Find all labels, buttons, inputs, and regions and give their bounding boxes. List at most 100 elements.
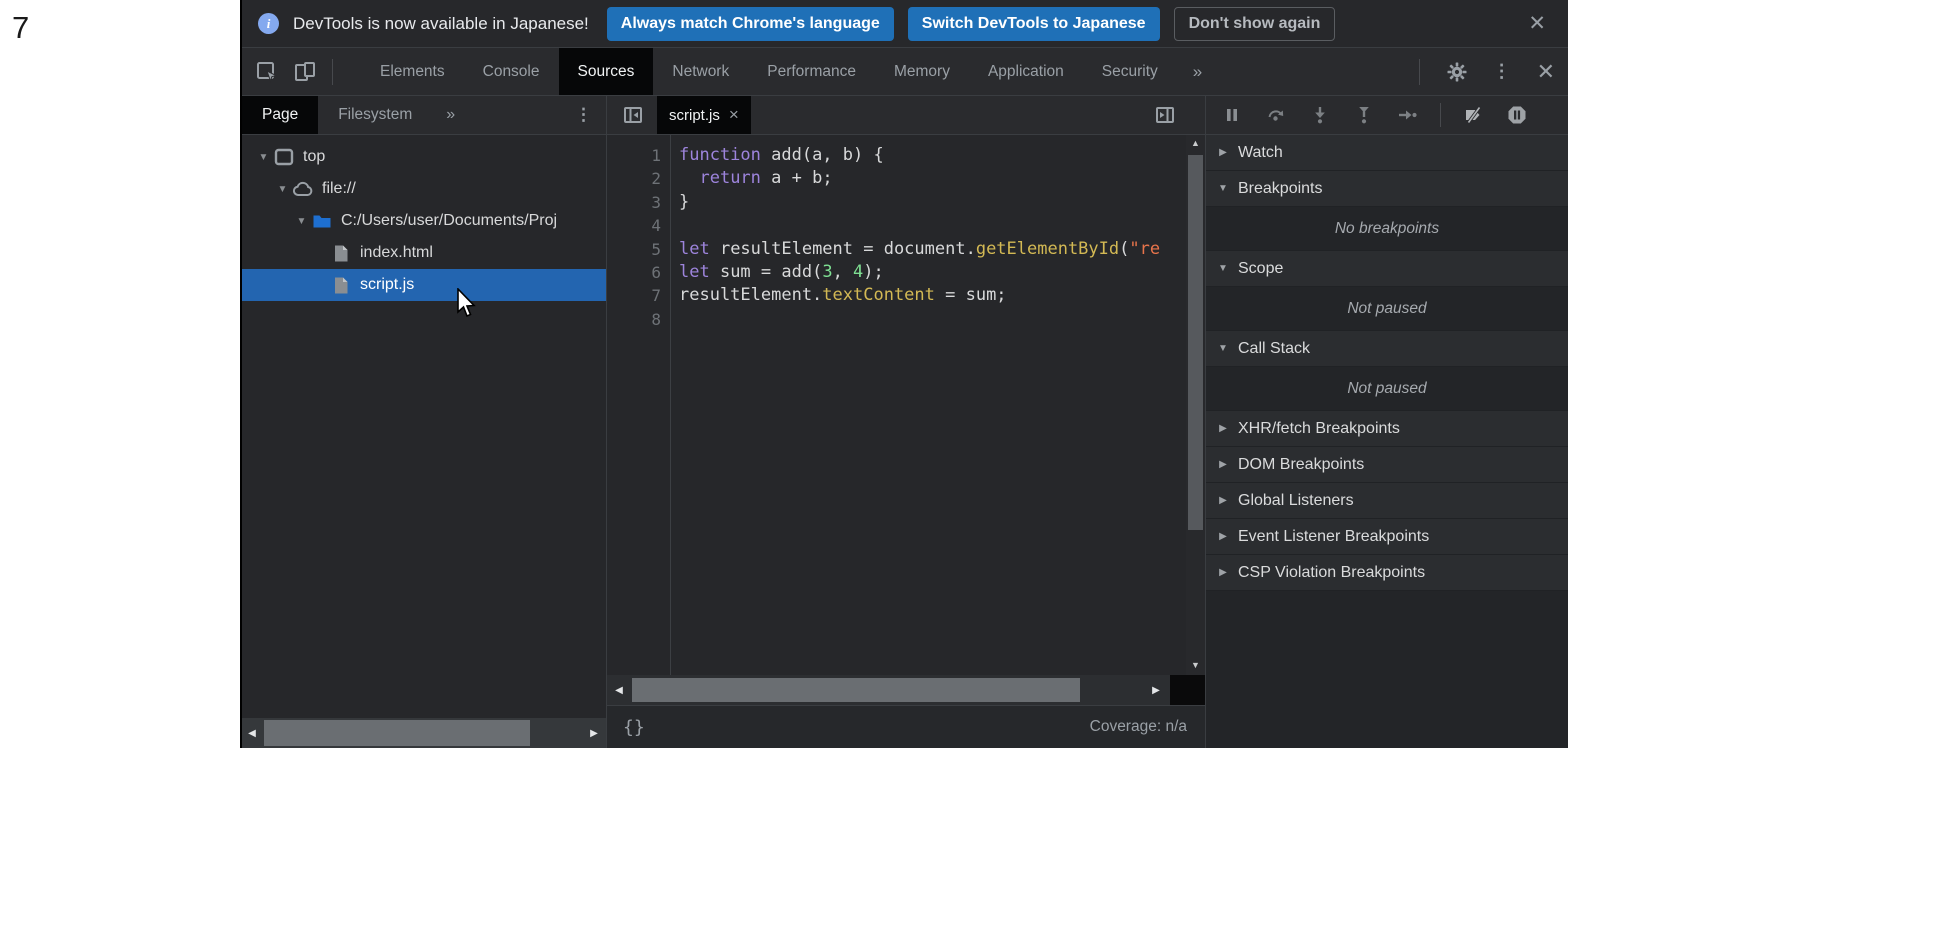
- main-toolbar-tabs: ElementsConsoleSourcesNetworkPerformance…: [361, 48, 1177, 95]
- section-label: Breakpoints: [1238, 180, 1323, 198]
- step-into-icon[interactable]: [1310, 105, 1330, 125]
- section-dom-breakpoints[interactable]: ▶DOM Breakpoints: [1206, 447, 1568, 483]
- pause-icon[interactable]: [1222, 105, 1242, 125]
- scroll-left-icon[interactable]: ◀: [609, 675, 629, 705]
- editor-status-bar: {} Coverage: n/a: [607, 705, 1205, 748]
- tab-security[interactable]: Security: [1083, 48, 1177, 95]
- devtools-window: i DevTools is now available in Japanese!…: [240, 0, 1568, 748]
- dont-show-again-button[interactable]: Don't show again: [1174, 7, 1336, 41]
- token-plain: resultElement = document.: [710, 239, 976, 259]
- tab-sources[interactable]: Sources: [559, 48, 654, 95]
- match-language-button[interactable]: Always match Chrome's language: [607, 7, 894, 41]
- navigator-menu-kebab-icon[interactable]: ⋮: [561, 96, 606, 134]
- section-event-listener-breakpoints[interactable]: ▶Event Listener Breakpoints: [1206, 519, 1568, 555]
- section-collapsed-icon[interactable]: ▶: [1215, 423, 1231, 434]
- line-number[interactable]: 5: [607, 238, 670, 261]
- folder-icon: [311, 211, 333, 231]
- section-global-listeners[interactable]: ▶Global Listeners: [1206, 483, 1568, 519]
- line-number[interactable]: 7: [607, 284, 670, 307]
- section-xhr-fetch-breakpoints[interactable]: ▶ XHR/fetch Breakpoints: [1206, 411, 1568, 447]
- devtools-close-icon[interactable]: ✕: [1524, 59, 1568, 85]
- section-expanded-icon[interactable]: ▼: [1215, 183, 1231, 194]
- token-plain: add(a, b) {: [761, 145, 884, 165]
- scroll-down-icon[interactable]: ▼: [1186, 660, 1205, 670]
- line-number[interactable]: 3: [607, 191, 670, 214]
- section-watch[interactable]: ▶Watch: [1206, 135, 1568, 171]
- settings-gear-icon[interactable]: [1434, 62, 1480, 82]
- file-icon: [330, 275, 352, 295]
- section-collapsed-icon[interactable]: ▶: [1215, 567, 1231, 578]
- tab-application[interactable]: Application: [969, 48, 1083, 95]
- step-over-icon[interactable]: [1266, 105, 1286, 125]
- scroll-left-icon[interactable]: ◀: [242, 728, 262, 739]
- line-number[interactable]: 6: [607, 261, 670, 284]
- page-label: 7: [12, 10, 29, 46]
- line-number[interactable]: 1: [607, 144, 670, 167]
- banner-close-icon[interactable]: ✕: [1522, 11, 1552, 36]
- token-number: 3: [822, 262, 832, 282]
- tree-expand-icon[interactable]: ▼: [292, 216, 311, 227]
- editor-tab-close-icon[interactable]: ×: [729, 105, 739, 125]
- tree-item-top[interactable]: ▼top: [242, 141, 606, 173]
- debugger-sidebar: ▶Watch▼BreakpointsNo breakpoints▼ScopeNo…: [1205, 96, 1568, 748]
- line-number[interactable]: 8: [607, 308, 670, 331]
- navigator-scrollbar-thumb[interactable]: [264, 720, 530, 746]
- toggle-debugger-panel-icon[interactable]: [1153, 96, 1177, 134]
- section-collapsed-icon[interactable]: ▶: [1215, 147, 1231, 158]
- section-breakpoints[interactable]: ▼ Breakpoints: [1206, 171, 1568, 207]
- code-editor[interactable]: 12345678 function add(a, b) { return a +…: [607, 135, 1186, 675]
- toggle-navigator-panel-icon[interactable]: [621, 96, 645, 134]
- section-expanded-icon[interactable]: ▼: [1215, 343, 1231, 354]
- navigator-tab-filesystem[interactable]: Filesystem: [318, 96, 432, 134]
- section-csp-violation-breakpoints[interactable]: ▶CSP Violation Breakpoints: [1206, 555, 1568, 591]
- line-number[interactable]: 2: [607, 167, 670, 190]
- code-line-1: function add(a, b) {: [679, 144, 1186, 167]
- tab-memory[interactable]: Memory: [875, 48, 969, 95]
- editor-vscrollbar-thumb[interactable]: [1188, 155, 1203, 530]
- section-expanded-icon[interactable]: ▼: [1215, 263, 1231, 274]
- switch-japanese-button[interactable]: Switch DevTools to Japanese: [908, 7, 1160, 41]
- editor-hscrollbar-thumb[interactable]: [632, 678, 1080, 702]
- tree-item-index-html[interactable]: index.html: [242, 237, 606, 269]
- tree-expand-icon[interactable]: ▼: [273, 184, 292, 195]
- scroll-up-icon[interactable]: ▲: [1186, 138, 1205, 148]
- section-scope[interactable]: ▼Scope: [1206, 251, 1568, 287]
- tab-elements[interactable]: Elements: [361, 48, 464, 95]
- tree-expand-icon[interactable]: ▼: [254, 152, 273, 163]
- devtools-menu-kebab-icon[interactable]: ⋮: [1480, 61, 1524, 82]
- pretty-print-icon[interactable]: {}: [607, 717, 661, 738]
- section-collapsed-icon[interactable]: ▶: [1215, 531, 1231, 542]
- device-toolbar-icon[interactable]: [292, 59, 318, 85]
- editor-tab-scriptjs[interactable]: script.js ×: [657, 96, 751, 134]
- inspect-element-icon[interactable]: [254, 59, 280, 85]
- section-collapsed-icon[interactable]: ▶: [1215, 459, 1231, 470]
- navigator-tab-page[interactable]: Page: [242, 96, 318, 134]
- pause-on-exceptions-icon[interactable]: [1507, 105, 1527, 125]
- editor-tab-title: script.js: [669, 107, 720, 124]
- navigator-more-tabs-icon[interactable]: »: [432, 96, 469, 134]
- editor-vertical-scrollbar[interactable]: ▲ ▼: [1186, 135, 1205, 675]
- toolbar-right-separator: [1419, 59, 1420, 85]
- scroll-right-icon[interactable]: ▶: [1146, 675, 1166, 705]
- navigator-horizontal-scrollbar[interactable]: ◀ ▶: [242, 718, 606, 748]
- tree-item-script-js[interactable]: script.js: [242, 269, 606, 301]
- section-label: XHR/fetch Breakpoints: [1238, 420, 1400, 438]
- scroll-right-icon[interactable]: ▶: [584, 718, 604, 748]
- tree-item-file-[interactable]: ▼file://: [242, 173, 606, 205]
- more-tabs-icon[interactable]: »: [1177, 62, 1218, 82]
- tab-network[interactable]: Network: [653, 48, 748, 95]
- section-call-stack[interactable]: ▼Call Stack: [1206, 331, 1568, 367]
- deactivate-breakpoints-icon[interactable]: [1463, 105, 1483, 125]
- tree-item-c-users-user-documents-proj[interactable]: ▼C:/Users/user/Documents/Proj: [242, 205, 606, 237]
- section-collapsed-icon[interactable]: ▶: [1215, 495, 1231, 506]
- section-placeholder-text: Not paused: [1206, 287, 1568, 331]
- token-keyword: return: [699, 168, 760, 188]
- file-tree: ▼top▼file://▼C:/Users/user/Documents/Pro…: [242, 135, 606, 301]
- tab-console[interactable]: Console: [464, 48, 559, 95]
- line-number[interactable]: 4: [607, 214, 670, 237]
- tab-performance[interactable]: Performance: [748, 48, 875, 95]
- step-icon[interactable]: [1398, 105, 1418, 125]
- scrollbar-corner: [1170, 675, 1205, 705]
- editor-horizontal-scrollbar[interactable]: ◀ ▶: [607, 675, 1170, 705]
- step-out-icon[interactable]: [1354, 105, 1374, 125]
